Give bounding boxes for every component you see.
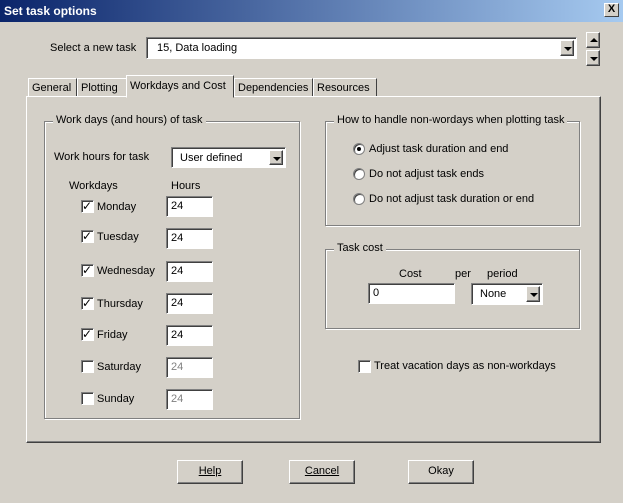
window-title: Set task options	[4, 4, 97, 18]
task-prev-button[interactable]	[586, 32, 600, 48]
per-label: per	[455, 268, 471, 280]
no-adjust-ends-label: Do not adjust task ends	[369, 168, 484, 180]
cost-label: Cost	[399, 268, 422, 280]
period-label: period	[487, 268, 518, 280]
task-cost-group-title: Task cost	[334, 242, 386, 254]
work-hours-value: User defined	[180, 152, 243, 164]
workdays-column-header: Workdays	[69, 180, 118, 192]
saturday-checkbox[interactable]	[81, 360, 94, 373]
workdays-group-title: Work days (and hours) of task	[53, 114, 206, 126]
tab-dependencies[interactable]: Dependencies	[234, 78, 313, 97]
wednesday-checkbox[interactable]	[81, 263, 94, 277]
tuesday-hours-input[interactable]: 24	[166, 228, 213, 249]
nonworkdays-group-title: How to handle non-wordays when plotting …	[334, 114, 568, 126]
help-button-label: Help	[198, 465, 222, 477]
saturday-label: Saturday	[97, 361, 142, 373]
tab-plotting[interactable]: Plotting	[77, 78, 127, 97]
wednesday-label: Wednesday	[97, 265, 155, 277]
task-select-label: Select a new task	[50, 42, 137, 54]
wednesday-hours-input[interactable]: 24	[166, 261, 213, 282]
work-hours-dropdown[interactable]: User defined	[171, 147, 286, 168]
friday-checkbox[interactable]	[81, 327, 94, 341]
cost-input[interactable]: 0	[368, 283, 455, 304]
sunday-label: Sunday	[97, 393, 135, 405]
dialog-window: Set task options X Select a new task 15,…	[0, 0, 623, 503]
period-value: None	[480, 288, 507, 300]
chevron-down-icon[interactable]	[560, 40, 574, 56]
task-select-dropdown[interactable]: 15, Data loading	[146, 37, 577, 59]
thursday-hours-input[interactable]: 24	[166, 293, 213, 314]
help-button[interactable]: Help	[177, 460, 243, 484]
okay-button[interactable]: Okay	[408, 460, 474, 484]
chevron-down-icon[interactable]	[526, 286, 540, 302]
title-bar: Set task options X	[0, 0, 623, 22]
chevron-down-icon[interactable]	[269, 150, 283, 165]
adjust-duration-end-radio[interactable]	[353, 143, 365, 155]
monday-checkbox[interactable]	[81, 199, 94, 213]
work-hours-label: Work hours for task	[54, 151, 150, 163]
tab-workdays-and-cost[interactable]: Workdays and Cost	[126, 75, 234, 98]
task-next-button[interactable]	[586, 50, 600, 66]
vacation-label: Treat vacation days as non-workdays	[374, 360, 556, 372]
task-select-value: 15, Data loading	[157, 42, 238, 54]
tuesday-checkbox[interactable]	[81, 229, 94, 243]
cancel-button[interactable]: Cancel	[289, 460, 355, 484]
adjust-duration-end-label: Adjust task duration and end	[369, 143, 509, 155]
tab-resources[interactable]: Resources	[313, 78, 377, 97]
thursday-checkbox[interactable]	[81, 296, 94, 310]
tab-general[interactable]: General	[28, 78, 77, 97]
sunday-hours-input[interactable]: 24	[166, 389, 213, 410]
cancel-button-label: Cancel	[304, 465, 340, 477]
monday-label: Monday	[97, 201, 137, 213]
friday-label: Friday	[97, 329, 128, 341]
tab-panel-workdays-and-cost: Work days (and hours) of task Work hours…	[26, 96, 601, 443]
nonworkdays-group: How to handle non-wordays when plotting …	[325, 114, 580, 226]
vacation-checkbox[interactable]	[358, 360, 371, 373]
monday-hours-input[interactable]: 24	[166, 196, 213, 217]
no-adjust-duration-end-radio[interactable]	[353, 193, 365, 205]
okay-button-label: Okay	[428, 465, 454, 477]
no-adjust-duration-end-label: Do not adjust task duration or end	[369, 193, 535, 205]
thursday-label: Thursday	[97, 298, 143, 310]
period-dropdown[interactable]: None	[471, 283, 543, 305]
workdays-group: Work days (and hours) of task Work hours…	[44, 114, 300, 419]
tuesday-label: Tuesday	[97, 231, 139, 243]
saturday-hours-input[interactable]: 24	[166, 357, 213, 378]
task-cost-group: Task cost Cost per period 0 None	[325, 242, 580, 329]
hours-column-header: Hours	[171, 180, 201, 192]
no-adjust-ends-radio[interactable]	[353, 168, 365, 180]
friday-hours-input[interactable]: 24	[166, 325, 213, 346]
close-button[interactable]: X	[604, 3, 619, 17]
sunday-checkbox[interactable]	[81, 392, 94, 405]
